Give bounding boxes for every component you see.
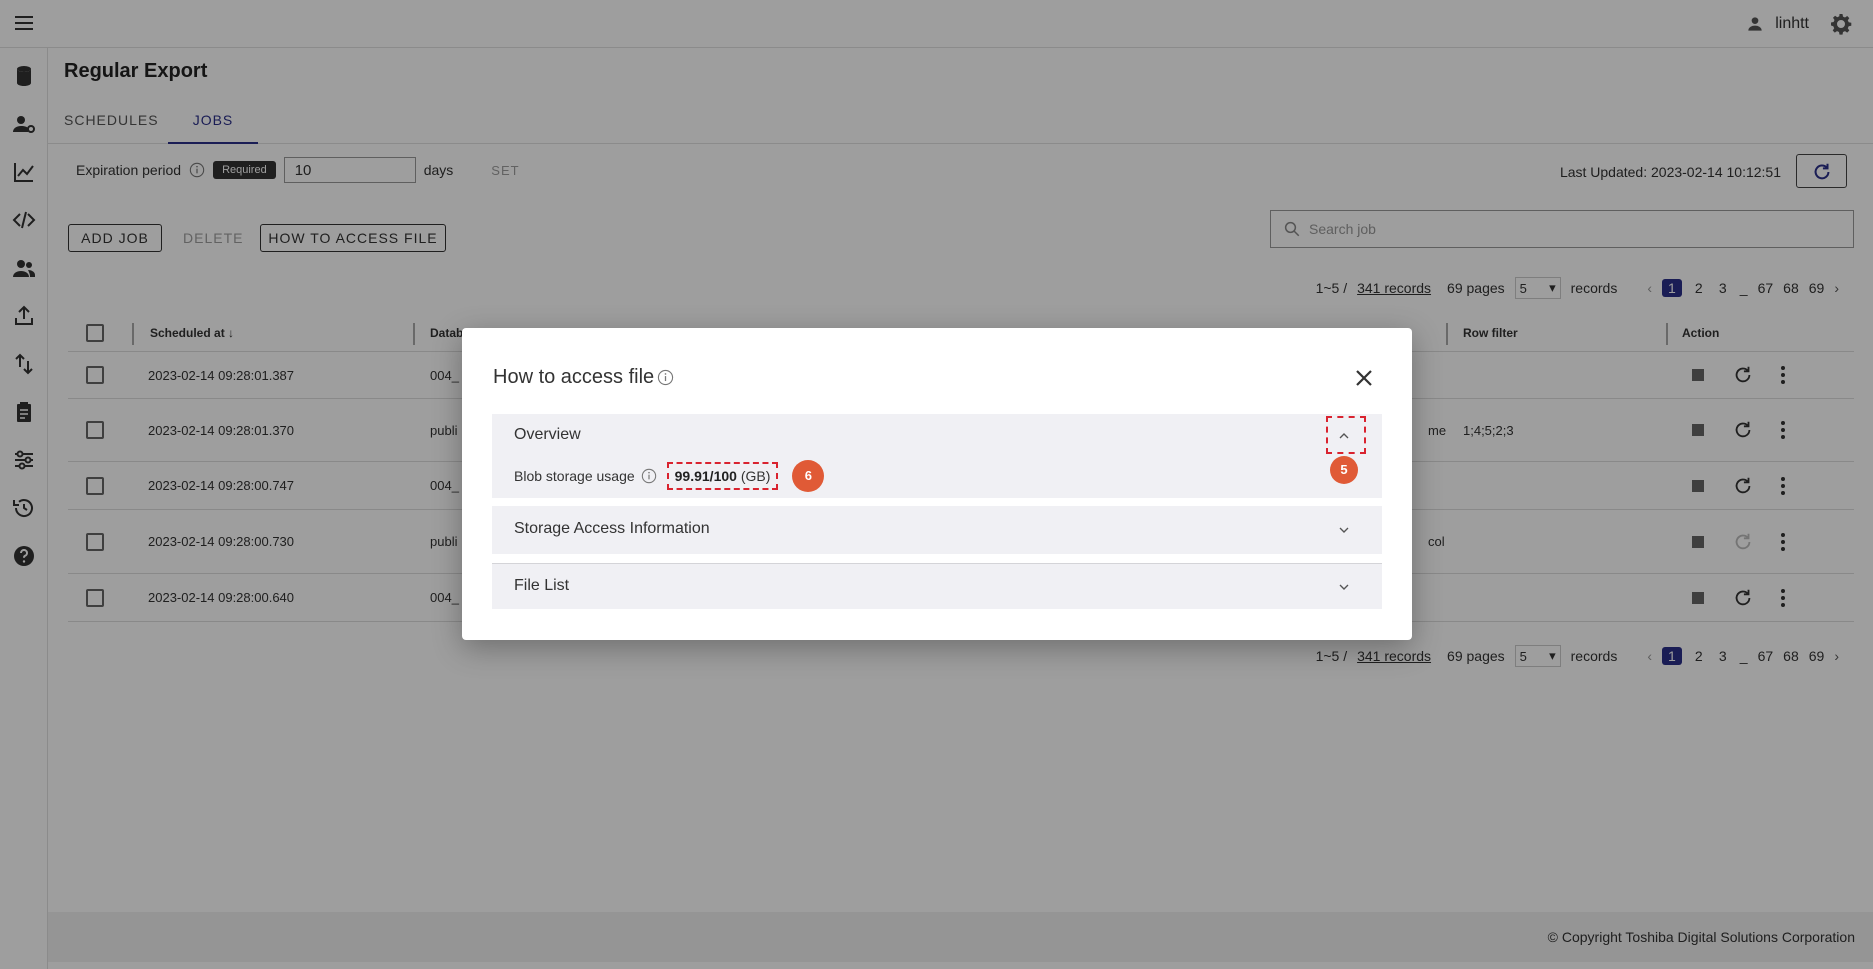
blob-storage-usage: Blob storage usage 99.91/100 (GB) 6 [514, 460, 825, 492]
close-icon[interactable] [1352, 366, 1376, 390]
dialog-title-text: How to access file [493, 366, 655, 388]
annotation-marker-5: 5 [1330, 456, 1358, 484]
accordion-file-list[interactable]: File List [492, 563, 1382, 609]
info-icon [641, 468, 656, 484]
chevron-down-icon[interactable] [1336, 579, 1352, 595]
accordion-header-storage[interactable]: Storage Access Information [514, 520, 710, 538]
chevron-down-icon[interactable] [1336, 522, 1352, 538]
annotation-marker-6: 6 [792, 460, 825, 492]
accordion-storage-access[interactable]: Storage Access Information [492, 506, 1382, 554]
blob-usage-unit: (GB) [740, 468, 771, 484]
blob-storage-label: Blob storage usage [514, 468, 635, 484]
accordion-overview: Overview 5 Blob storage usage 99.91/100 … [492, 414, 1382, 498]
how-to-access-file-dialog: How to access file Overview 5 Blob stora… [462, 328, 1412, 640]
accordion-header-file-list[interactable]: File List [514, 577, 569, 595]
chevron-up-icon[interactable] [1336, 428, 1352, 444]
blob-usage-highlight-box: 99.91/100 (GB) [666, 462, 779, 490]
dialog-title: How to access file [493, 366, 674, 389]
info-icon [658, 369, 674, 386]
accordion-header-overview[interactable]: Overview [514, 426, 581, 444]
blob-usage-value: 99.91/100 [674, 468, 737, 484]
